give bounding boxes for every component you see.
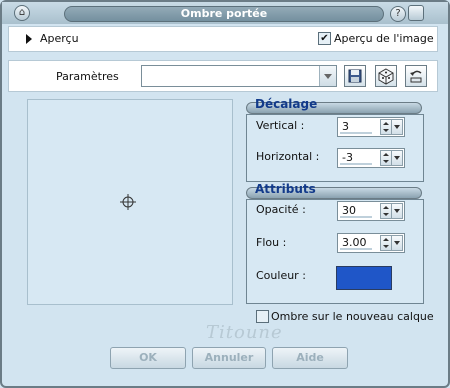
reset-preset-button[interactable] [405,65,427,87]
cancel-button[interactable]: Annuler [192,347,266,369]
save-preset-button[interactable] [344,65,366,87]
vertical-dropdown-icon[interactable] [391,119,403,135]
image-preview-checkbox[interactable]: ✔ [318,32,331,45]
menu-icon[interactable]: ⌂ [14,5,30,21]
move-cursor-icon [120,194,136,210]
params-label: Paramètres [56,70,119,83]
close-icon[interactable] [408,5,424,21]
chevron-down-icon[interactable] [319,66,336,86]
expand-arrow-icon[interactable] [26,34,32,44]
color-swatch[interactable] [336,266,392,290]
attributes-group-title: Attributs [255,182,316,196]
reset-icon [410,70,422,83]
preset-combo[interactable] [141,65,337,87]
blur-slider-track [340,248,372,250]
new-layer-label[interactable]: Ombre sur le nouveau calque [271,310,434,323]
help-icon[interactable]: ? [390,6,406,22]
horizontal-slider-track [340,163,372,165]
attributes-group-header: Attributs [246,182,422,199]
offset-group-title: Décalage [255,97,318,111]
blur-label: Flou : [256,236,287,249]
opacity-dropdown-icon[interactable] [391,203,403,219]
random-preset-button[interactable] [375,65,397,87]
floppy-icon [348,69,362,83]
help-button[interactable]: Aide [272,347,348,369]
blur-dropdown-icon[interactable] [391,235,403,251]
horizontal-spinbox[interactable]: -3 [337,148,405,168]
dice-icon [378,68,394,85]
color-label: Couleur : [256,269,306,282]
ok-button[interactable]: OK [110,347,186,369]
vertical-slider-track [340,132,372,134]
horizontal-dropdown-icon[interactable] [391,150,403,166]
opacity-spinbox[interactable]: 30 [337,201,405,221]
image-preview-label[interactable]: Aperçu de l'image [334,32,434,45]
vertical-spinbox[interactable]: 3 [337,117,405,137]
offset-group-header: Décalage [246,97,422,114]
opacity-label: Opacité : [256,203,306,216]
watermark-signature: Titoune [206,322,283,343]
opacity-slider-track [340,216,372,218]
preview-label[interactable]: Aperçu [40,32,79,45]
window-title: Ombre portée [64,6,384,22]
blur-spinbox[interactable]: 3.00 [337,233,405,253]
horizontal-label: Horizontal : [256,150,320,163]
vertical-label: Vertical : [256,119,305,132]
